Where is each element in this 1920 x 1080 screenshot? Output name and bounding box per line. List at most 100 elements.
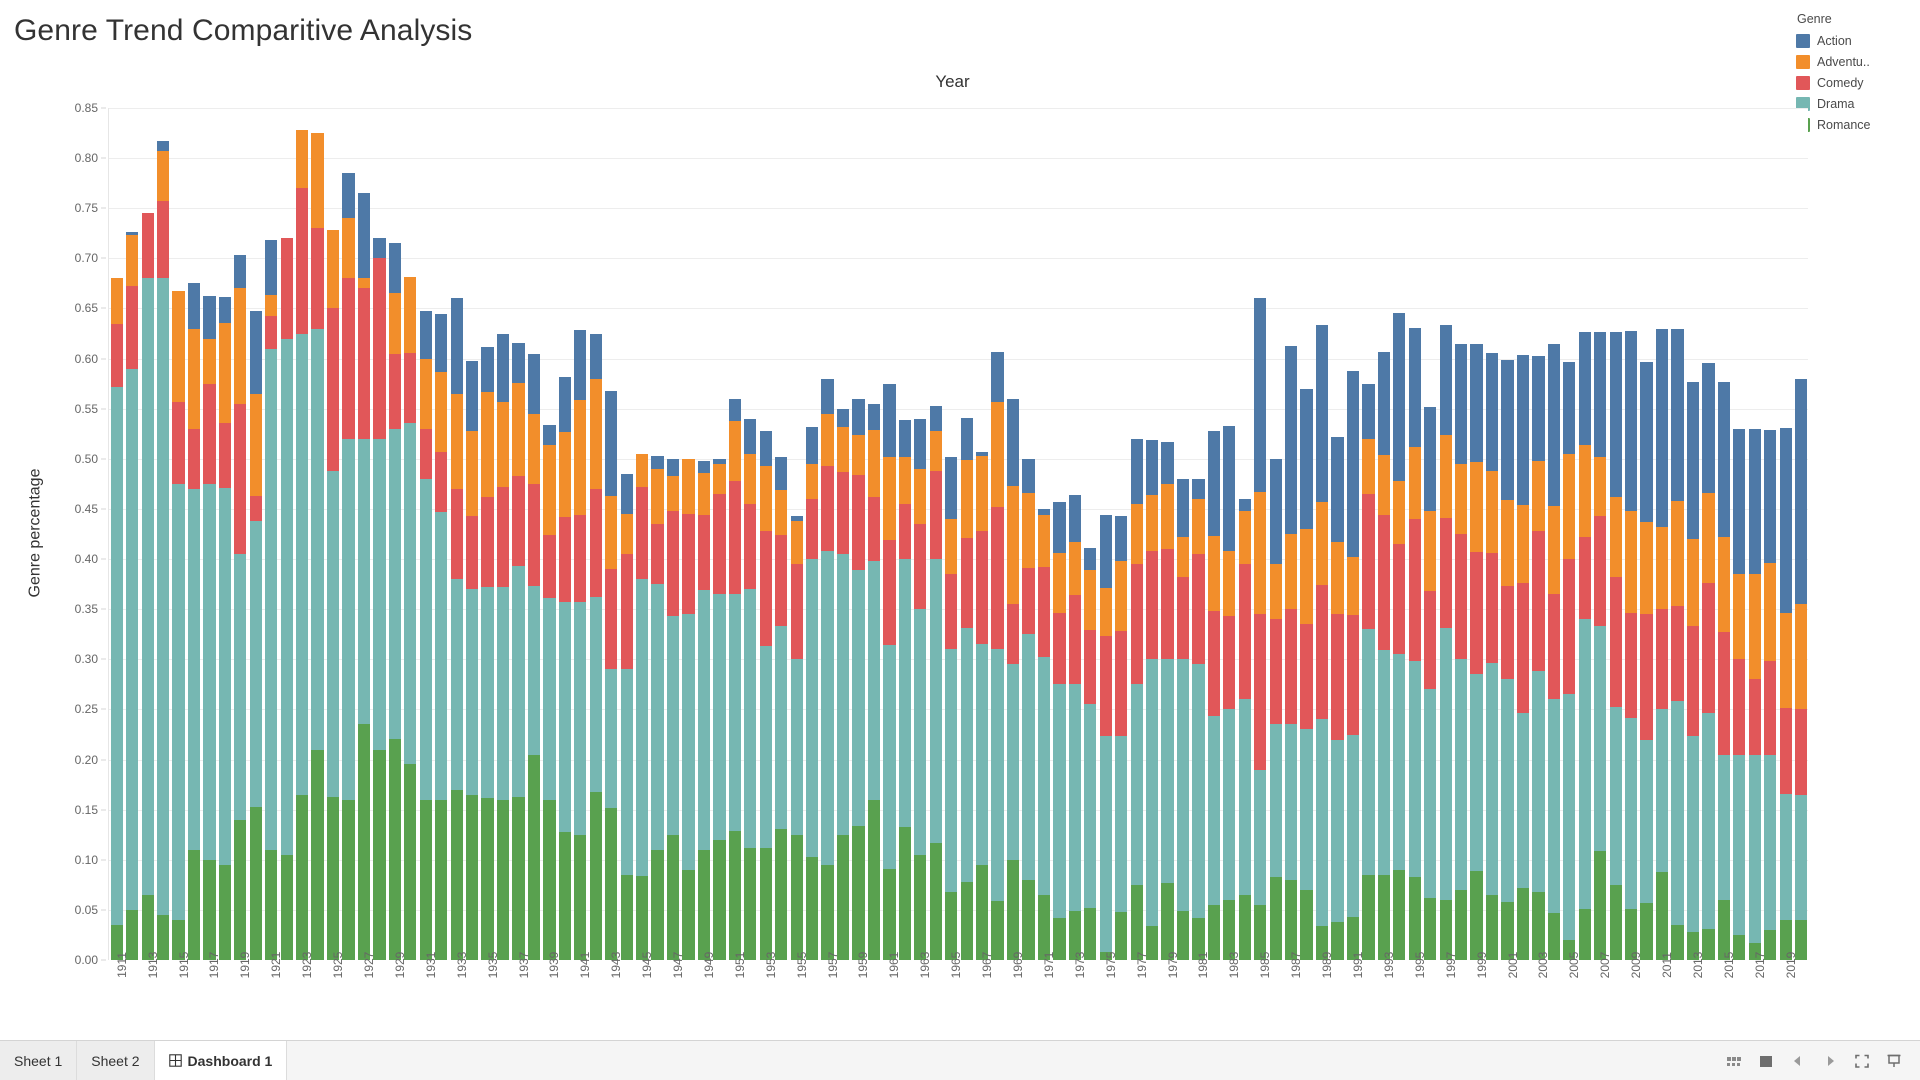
bar-column[interactable] [882,108,897,960]
bar-segment-comedy[interactable] [836,471,850,555]
bar-column[interactable] [1191,108,1206,960]
bar-segment-comedy[interactable] [1068,595,1081,685]
bar-segment-comedy[interactable] [110,323,123,387]
bar-segment-drama[interactable] [1779,793,1792,920]
bar-segment-comedy[interactable] [404,352,417,423]
bar-segment-drama[interactable] [1547,699,1560,913]
bar-column[interactable] [1036,108,1051,960]
bar-segment-action[interactable] [744,418,757,454]
bar-segment-action[interactable] [1115,516,1128,562]
bar-column[interactable] [1484,108,1499,960]
bar-segment-action[interactable] [1285,345,1298,535]
bar-segment-comedy[interactable] [357,288,371,439]
bar-segment-action[interactable] [1300,388,1313,530]
bar-segment-adventure[interactable] [126,235,139,287]
bar-column[interactable] [1747,108,1762,960]
bar-segment-adventure[interactable] [1346,557,1360,616]
bar-segment-action[interactable] [1099,514,1112,589]
bar-column[interactable] [418,108,433,960]
bar-segment-action[interactable] [1424,406,1437,511]
bar-column[interactable] [913,108,928,960]
bar-segment-drama[interactable] [249,520,262,807]
bar-segment-drama[interactable] [1145,659,1159,926]
bar-segment-adventure[interactable] [527,413,541,484]
bar-segment-adventure[interactable] [1238,510,1251,565]
square-icon[interactable] [1758,1053,1774,1069]
bar-segment-drama[interactable] [187,488,201,850]
bar-segment-romance[interactable] [1006,859,1020,960]
bar-column[interactable] [712,108,727,960]
bar-column[interactable] [155,108,170,960]
bar-segment-action[interactable] [1068,494,1081,543]
bar-segment-drama[interactable] [821,551,834,865]
bar-segment-romance[interactable] [960,881,973,960]
bar-segment-action[interactable] [1130,438,1143,504]
bar-segment-adventure[interactable] [404,277,417,353]
bar-column[interactable] [1392,108,1407,960]
bar-segment-comedy[interactable] [1702,583,1715,714]
bar-segment-romance[interactable] [342,799,355,960]
bar-segment-romance[interactable] [419,799,432,960]
bar-segment-action[interactable] [1794,378,1808,605]
bar-column[interactable] [1762,108,1777,960]
bar-segment-action[interactable] [1207,430,1221,537]
bar-segment-comedy[interactable] [1022,568,1035,635]
bar-segment-action[interactable] [1686,381,1700,540]
bar-segment-adventure[interactable] [682,458,695,514]
bar-segment-drama[interactable] [1439,628,1452,900]
bar-segment-drama[interactable] [1207,716,1221,905]
bar-column[interactable] [1052,108,1067,960]
bar-column[interactable] [1593,108,1608,960]
bar-column[interactable] [1577,108,1592,960]
bar-segment-action[interactable] [1455,343,1468,464]
bar-column[interactable] [1438,108,1453,960]
bar-segment-drama[interactable] [558,602,571,832]
bar-segment-comedy[interactable] [481,496,494,588]
bar-column[interactable] [1299,108,1314,960]
bar-column[interactable] [1546,108,1561,960]
bar-segment-action[interactable] [1501,359,1514,500]
bar-segment-adventure[interactable] [1470,461,1483,553]
legend-item-adventu[interactable]: Adventu.. [1796,51,1916,72]
bar-segment-drama[interactable] [1006,664,1020,860]
bar-column[interactable] [634,108,649,960]
bar-segment-adventure[interactable] [1393,480,1406,545]
bar-segment-comedy[interactable] [1532,531,1545,672]
bar-segment-adventure[interactable] [466,430,479,516]
bar-segment-romance[interactable] [1285,879,1298,960]
bar-segment-comedy[interactable] [1424,591,1437,690]
bar-segment-comedy[interactable] [1779,708,1792,794]
bar-segment-comedy[interactable] [1594,515,1607,627]
bar-segment-drama[interactable] [1578,619,1591,909]
bar-column[interactable] [897,108,912,960]
bar-segment-comedy[interactable] [466,516,479,590]
bar-segment-drama[interactable] [1238,699,1251,895]
bar-segment-drama[interactable] [1084,704,1097,908]
bar-segment-comedy[interactable] [1207,611,1221,717]
bar-segment-drama[interactable] [527,586,541,755]
bar-segment-action[interactable] [203,296,216,339]
bar-segment-drama[interactable] [512,566,525,797]
bar-column[interactable] [248,108,263,960]
bar-segment-action[interactable] [929,405,942,431]
bar-column[interactable] [1732,108,1747,960]
bar-segment-comedy[interactable] [945,574,958,650]
bar-segment-drama[interactable] [1748,754,1761,943]
bar-segment-comedy[interactable] [419,428,432,479]
bar-segment-comedy[interactable] [496,486,510,588]
bar-column[interactable] [1623,108,1638,960]
bar-segment-action[interactable] [527,353,541,414]
bar-column[interactable] [1515,108,1530,960]
bar-segment-comedy[interactable] [1269,619,1282,725]
bar-segment-adventure[interactable] [1686,539,1700,627]
bar-column[interactable] [1376,108,1391,960]
bar-segment-drama[interactable] [1115,736,1128,912]
bar-segment-comedy[interactable] [1625,613,1638,719]
bar-segment-comedy[interactable] [1315,585,1329,720]
bar-segment-action[interactable] [466,360,479,431]
bar-segment-action[interactable] [1470,343,1483,462]
bar-segment-comedy[interactable] [728,480,741,595]
bar-segment-drama[interactable] [728,594,741,831]
bar-segment-adventure[interactable] [1609,496,1622,578]
bar-segment-comedy[interactable] [234,403,247,555]
